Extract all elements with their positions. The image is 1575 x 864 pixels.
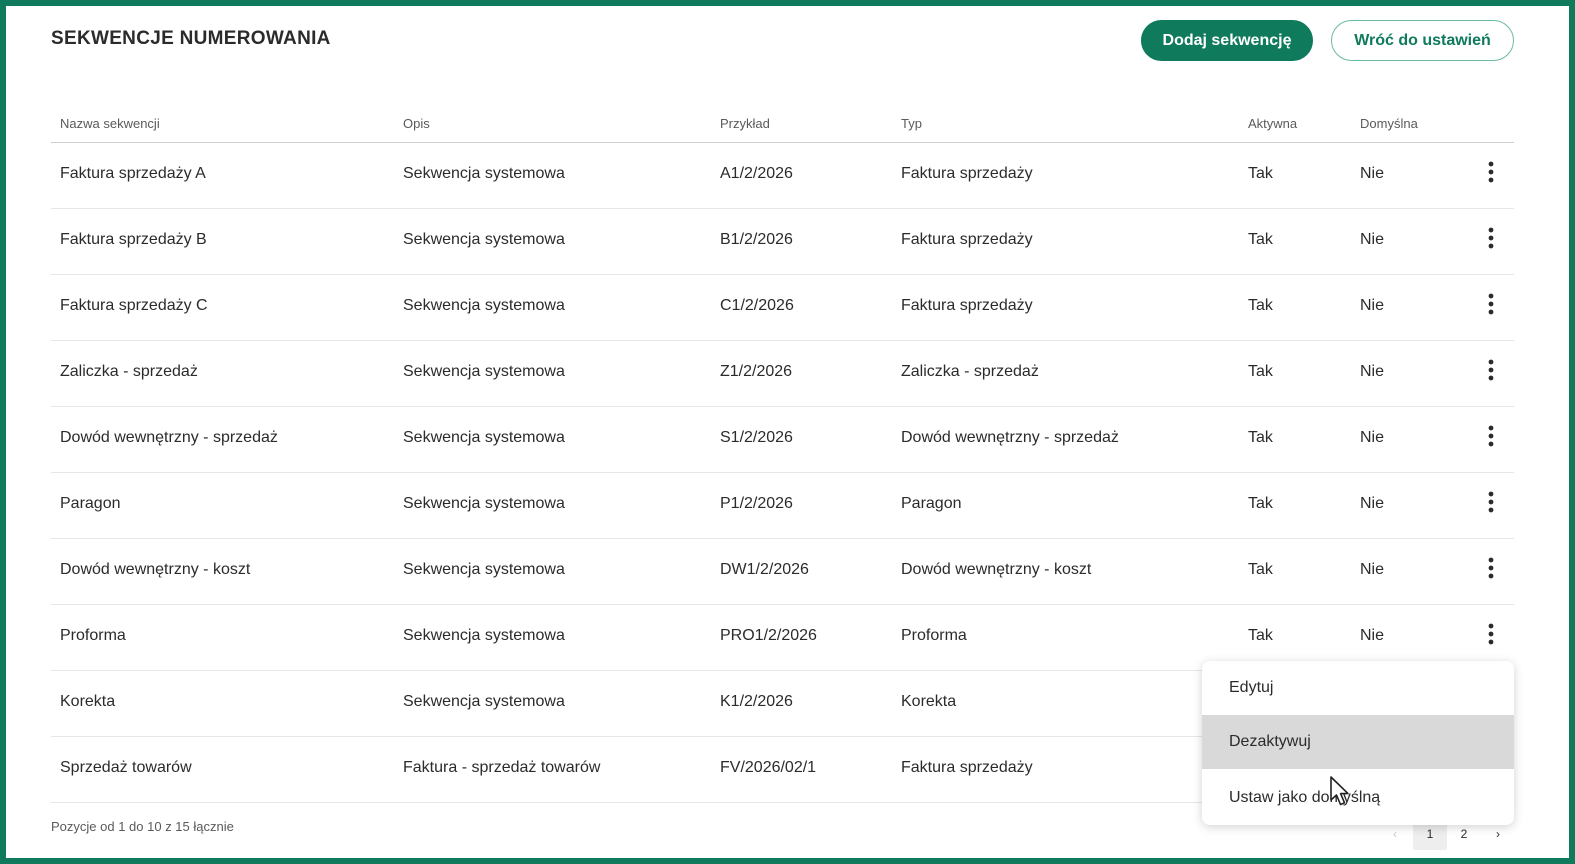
cell-name: Paragon: [60, 495, 121, 512]
add-sequence-button[interactable]: Dodaj sekwencję: [1141, 20, 1313, 61]
menu-item-deactivate[interactable]: Dezaktywuj: [1202, 715, 1514, 769]
cell-default: Nie: [1360, 165, 1385, 182]
table-row[interactable]: Faktura sprzedaży B Sekwencja systemowa …: [51, 209, 1514, 275]
more-vertical-icon[interactable]: [1479, 293, 1503, 323]
page-title: SEKWENCJE NUMEROWANIA: [51, 28, 331, 49]
column-header-description[interactable]: Opis: [403, 116, 430, 131]
app-frame: SEKWENCJE NUMEROWANIA Dodaj sekwencję Wr…: [0, 0, 1575, 864]
cell-example: K1/2/2026: [720, 693, 793, 710]
column-header-default[interactable]: Domyślna: [1360, 116, 1418, 131]
more-vertical-icon[interactable]: [1479, 491, 1503, 521]
back-to-settings-button[interactable]: Wróć do ustawień: [1331, 20, 1514, 61]
cell-active: Tak: [1248, 165, 1273, 182]
cell-name: Sprzedaż towarów: [60, 759, 192, 776]
cell-example: S1/2/2026: [720, 429, 793, 446]
menu-item-set-default[interactable]: Ustaw jako domyślną: [1202, 771, 1514, 825]
cell-type: Paragon: [901, 495, 962, 512]
cell-type: Faktura sprzedaży: [901, 759, 1033, 776]
cell-default: Nie: [1360, 429, 1385, 446]
cell-name: Zaliczka - sprzedaż: [60, 363, 198, 380]
cell-default: Nie: [1360, 231, 1385, 248]
cell-description: Sekwencja systemowa: [403, 231, 565, 248]
table-row[interactable]: Dowód wewnętrzny - sprzedaż Sekwencja sy…: [51, 407, 1514, 473]
cell-description: Sekwencja systemowa: [403, 561, 565, 578]
cell-type: Proforma: [901, 627, 967, 644]
cell-example: PRO1/2/2026: [720, 627, 817, 644]
cell-description: Sekwencja systemowa: [403, 495, 565, 512]
cell-name: Faktura sprzedaży A: [60, 165, 206, 182]
cell-description: Sekwencja systemowa: [403, 363, 565, 380]
column-header-active[interactable]: Aktywna: [1248, 116, 1297, 131]
cell-example: A1/2/2026: [720, 165, 793, 182]
cell-description: Faktura - sprzedaż towarów: [403, 759, 601, 776]
cell-default: Nie: [1360, 363, 1385, 380]
more-vertical-icon[interactable]: [1479, 557, 1503, 587]
cell-description: Sekwencja systemowa: [403, 297, 565, 314]
cell-default: Nie: [1360, 297, 1385, 314]
table-row[interactable]: Faktura sprzedaży C Sekwencja systemowa …: [51, 275, 1514, 341]
cell-example: C1/2/2026: [720, 297, 794, 314]
cell-name: Faktura sprzedaży C: [60, 297, 208, 314]
cell-description: Sekwencja systemowa: [403, 693, 565, 710]
cell-type: Faktura sprzedaży: [901, 165, 1033, 182]
cell-type: Faktura sprzedaży: [901, 231, 1033, 248]
cell-active: Tak: [1248, 231, 1273, 248]
column-header-example[interactable]: Przykład: [720, 116, 770, 131]
cell-example: DW1/2/2026: [720, 561, 809, 578]
cell-default: Nie: [1360, 561, 1385, 578]
cell-name: Korekta: [60, 693, 116, 710]
table-row[interactable]: Paragon Sekwencja systemowa P1/2/2026 Pa…: [51, 473, 1514, 539]
cell-example: Z1/2/2026: [720, 363, 793, 380]
cell-name: Proforma: [60, 627, 126, 644]
cell-name: Dowód wewnętrzny - sprzedaż: [60, 429, 278, 446]
cell-type: Zaliczka - sprzedaż: [901, 363, 1039, 380]
cell-active: Tak: [1248, 561, 1273, 578]
cell-example: FV/2026/02/1: [720, 759, 817, 776]
table-row[interactable]: Zaliczka - sprzedaż Sekwencja systemowa …: [51, 341, 1514, 407]
menu-item-edit[interactable]: Edytuj: [1202, 661, 1514, 715]
cell-type: Dowód wewnętrzny - sprzedaż: [901, 429, 1119, 446]
cell-type: Dowód wewnętrzny - koszt: [901, 561, 1092, 578]
cell-default: Nie: [1360, 495, 1385, 512]
cell-example: P1/2/2026: [720, 495, 793, 512]
more-vertical-icon[interactable]: [1479, 359, 1503, 389]
cell-name: Dowód wewnętrzny - koszt: [60, 561, 251, 578]
cell-active: Tak: [1248, 627, 1273, 644]
cell-description: Sekwencja systemowa: [403, 627, 565, 644]
cell-example: B1/2/2026: [720, 231, 793, 248]
more-vertical-icon[interactable]: [1479, 425, 1503, 455]
more-vertical-icon[interactable]: [1479, 623, 1503, 653]
cell-active: Tak: [1248, 495, 1273, 512]
column-header-name[interactable]: Nazwa sekwencji: [60, 116, 160, 131]
column-header-type[interactable]: Typ: [901, 116, 922, 131]
cell-description: Sekwencja systemowa: [403, 429, 565, 446]
table-row[interactable]: Dowód wewnętrzny - koszt Sekwencja syste…: [51, 539, 1514, 605]
cell-default: Nie: [1360, 627, 1385, 644]
table-row[interactable]: Faktura sprzedaży A Sekwencja systemowa …: [51, 143, 1514, 209]
cell-active: Tak: [1248, 429, 1273, 446]
cell-active: Tak: [1248, 297, 1273, 314]
table-header: Nazwa sekwencji Opis Przykład Typ Aktywn…: [51, 106, 1514, 143]
cell-type: Faktura sprzedaży: [901, 297, 1033, 314]
row-context-menu: Edytuj Dezaktywuj Ustaw jako domyślną: [1202, 661, 1514, 825]
cell-type: Korekta: [901, 693, 957, 710]
cell-name: Faktura sprzedaży B: [60, 231, 207, 248]
more-vertical-icon[interactable]: [1479, 227, 1503, 257]
cell-description: Sekwencja systemowa: [403, 165, 565, 182]
cell-active: Tak: [1248, 363, 1273, 380]
pagination-info: Pozycje od 1 do 10 z 15 łącznie: [51, 819, 234, 834]
more-vertical-icon[interactable]: [1479, 161, 1503, 191]
mouse-pointer-icon: [1330, 776, 1352, 813]
